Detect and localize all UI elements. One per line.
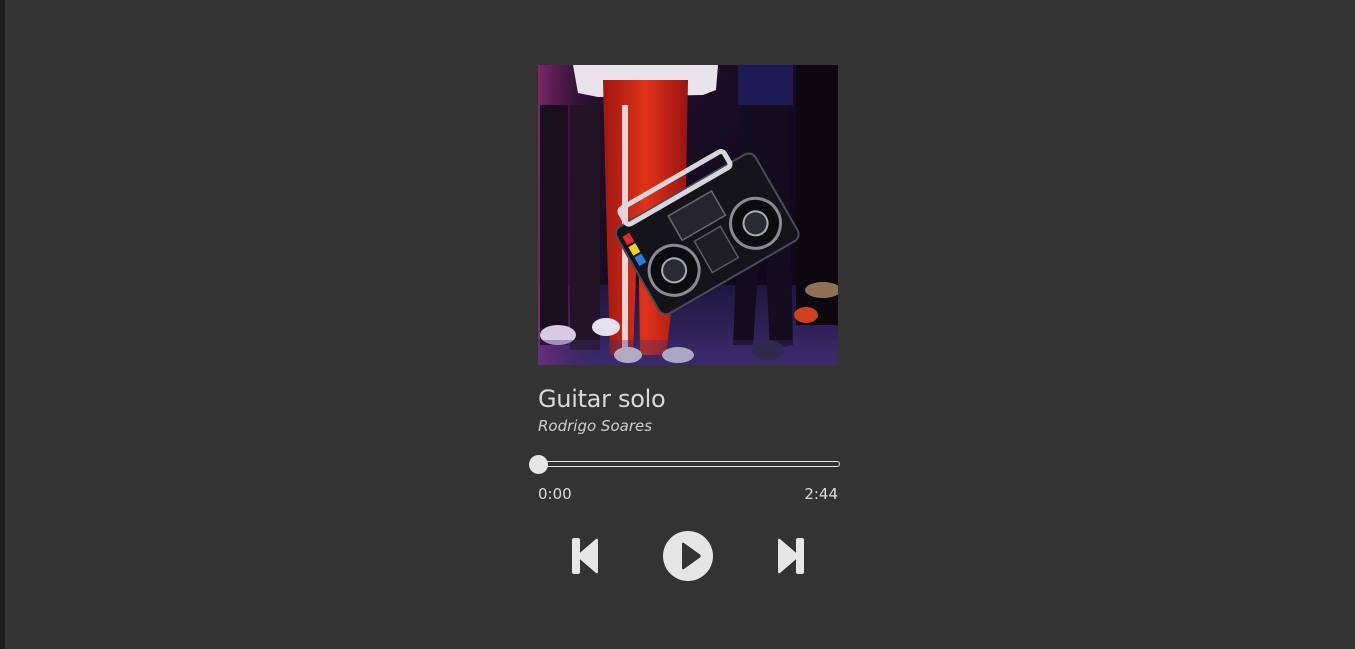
previous-button[interactable] bbox=[571, 538, 599, 574]
track-title: Guitar solo bbox=[538, 385, 666, 413]
duration-time: 2:44 bbox=[804, 485, 838, 503]
playback-controls bbox=[538, 531, 838, 581]
progress-slider[interactable] bbox=[529, 455, 840, 474]
time-row: 0:00 2:44 bbox=[538, 485, 838, 503]
next-button[interactable] bbox=[777, 538, 805, 574]
music-player: Guitar solo Rodrigo Soares 0:00 2:44 bbox=[529, 65, 840, 581]
skip-previous-icon bbox=[572, 538, 598, 574]
album-cover-image bbox=[538, 65, 838, 365]
track-artist: Rodrigo Soares bbox=[538, 417, 653, 435]
play-circle-icon bbox=[663, 531, 713, 581]
play-button[interactable] bbox=[663, 531, 713, 581]
progress-track[interactable] bbox=[538, 461, 840, 467]
skip-next-icon bbox=[778, 538, 804, 574]
window-edge bbox=[0, 0, 5, 649]
current-time: 0:00 bbox=[538, 485, 572, 503]
album-cover bbox=[538, 65, 838, 365]
progress-thumb[interactable] bbox=[529, 455, 548, 474]
